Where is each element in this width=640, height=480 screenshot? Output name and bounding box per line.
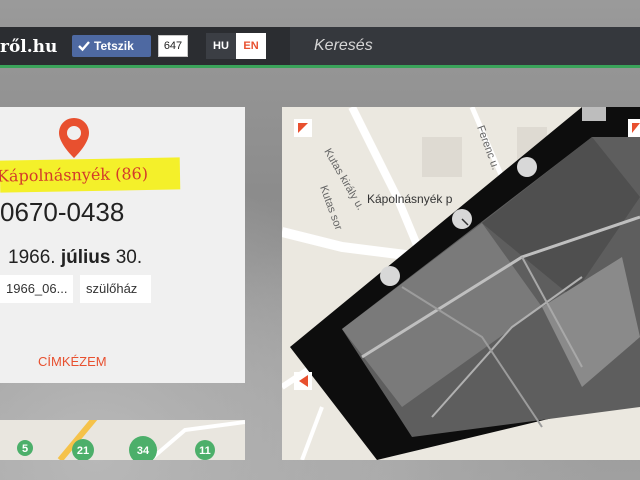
search-box[interactable]: Keresés (290, 27, 640, 65)
language-switcher: HU EN (206, 33, 266, 59)
town-label: Kápolnásnyék p (367, 192, 453, 206)
corner-handle-icon[interactable] (294, 372, 312, 390)
mini-map[interactable]: 5 21 34 11 (0, 420, 245, 460)
date-year: 1966. (8, 247, 56, 268)
facebook-like-button[interactable]: Tetszik (72, 35, 151, 57)
lang-en-button[interactable]: EN (236, 33, 266, 59)
site-logo[interactable]: ről.hu (0, 37, 57, 57)
cluster-label: 11 (199, 445, 211, 457)
photo-info-card: Kápolnásnyék (86) 0670-0438 1966. július… (0, 107, 245, 383)
street-label: Kutas sor (317, 184, 344, 232)
photo-date: 1966. július 30. (8, 247, 142, 269)
tag-chip[interactable]: 1966_06... (0, 275, 73, 303)
map-canvas: Kutas király u. Kutas sor Ferenc u. Kápo… (282, 107, 640, 460)
tag-chip[interactable]: szülőház (80, 275, 151, 303)
date-month: július (60, 247, 111, 268)
location-pin-icon (59, 118, 89, 158)
like-label: Tetszik (94, 39, 134, 53)
lang-hu-button[interactable]: HU (206, 33, 236, 59)
photo-id: 0670-0438 (0, 197, 125, 227)
cluster-label: 34 (137, 445, 150, 457)
aerial-photo-overlay[interactable] (290, 107, 640, 460)
street-label: Ferenc u. (474, 124, 501, 172)
place-name-link[interactable]: Kápolnásnyék (86) (0, 157, 181, 193)
mini-map-canvas: 5 21 34 11 (17, 420, 245, 460)
search-label: Keresés (314, 37, 373, 54)
map-panel[interactable]: Kutas király u. Kutas sor Ferenc u. Kápo… (282, 107, 640, 460)
checkmark-icon (78, 41, 90, 52)
cluster-label: 5 (22, 443, 28, 455)
top-navigation-bar: ről.hu Tetszik 647 HU EN Keresés (0, 27, 640, 68)
tag-action-button[interactable]: CÍMKÉZEM (38, 354, 107, 369)
like-count: 647 (158, 35, 188, 57)
cluster-label: 21 (77, 445, 89, 457)
corner-handle-icon[interactable] (628, 119, 640, 137)
corner-handle-icon[interactable] (294, 119, 312, 137)
date-day: 30. (115, 247, 143, 268)
